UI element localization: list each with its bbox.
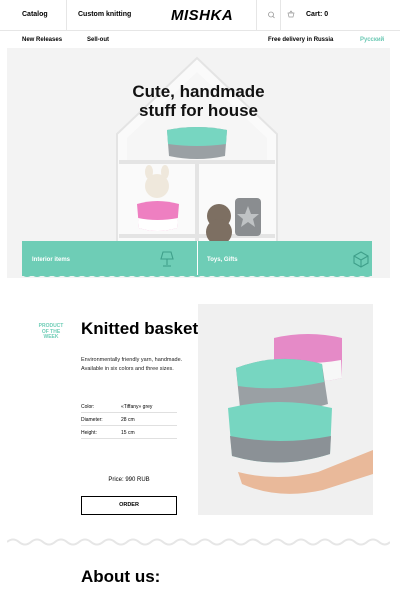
spec-row: Height: 15 cm [81,426,177,439]
product-description: Environmentally friendly yarn, handmade.… [81,357,183,372]
search-button[interactable] [262,6,280,24]
tab-toys-gifts[interactable]: Toys, Gifts [197,241,372,276]
spec-row: Color: «Tiffany» grey [81,400,177,413]
tabs-wave-edge [22,275,372,277]
product-specs: Color: «Tiffany» grey Diameter: 28 cm He… [81,400,177,439]
spec-value: «Tiffany» grey [121,404,153,410]
nav-catalog-link[interactable]: Catalog [22,11,48,18]
nav-custom-knitting-link[interactable]: Custom knitting [78,11,131,18]
header-divider [256,0,257,31]
header-divider [280,0,281,31]
site-header: Catalog Custom knitting MISHKA Cart: 0 [0,0,400,31]
sub-navigation: New Releases Sell-out Free delivery in R… [0,31,400,48]
cart-label: Cart: 0 [306,11,329,18]
wave-divider [7,538,390,546]
hero-title: Cute, handmade stuff for house [7,82,390,120]
cart-button[interactable]: Cart: 0 [284,6,344,24]
lamp-icon [160,251,174,267]
basket-icon [287,10,295,18]
about-title: About us: [81,567,161,586]
spec-key: Diameter: [81,417,103,423]
hero-title-line: stuff for house [139,101,258,120]
site-logo[interactable]: MISHKA [171,7,233,24]
hero-title-line: Cute, handmade [132,82,265,101]
spec-value: 15 cm [121,430,135,436]
delivery-info: Free delivery in Russia [268,37,334,43]
spec-row: Diameter: 28 cm [81,413,177,426]
search-icon [268,11,275,19]
tab-interior-items[interactable]: Interior items [22,241,197,276]
product-price: Price: 990 RUB [108,477,150,483]
tab-label: Toys, Gifts [207,257,238,263]
knitted-baskets-illustration [228,334,373,494]
product-image [198,304,373,515]
gift-box-icon [353,251,369,268]
nav-new-releases-link[interactable]: New Releases [22,37,62,43]
nav-sell-out-link[interactable]: Sell-out [87,37,109,43]
spec-key: Height: [81,430,97,436]
spec-key: Color: [81,404,95,410]
tab-label: Interior items [32,257,71,263]
spec-value: 28 cm [121,417,135,423]
order-button[interactable]: ORDER [81,496,177,515]
product-of-week-badge: PRODUCT OF THE WEEK [38,323,64,340]
catalog-tabs: Interior items Toys, Gifts [22,241,372,277]
nav-divider [66,0,67,31]
language-switch-link[interactable]: Русский [360,37,384,43]
product-title: Knitted baskets [81,319,208,338]
